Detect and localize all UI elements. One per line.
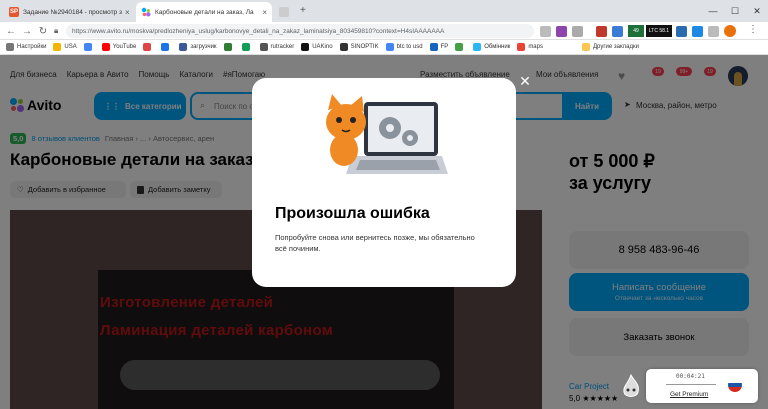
extension-icon[interactable] — [692, 26, 703, 37]
bookmark-item[interactable] — [143, 43, 154, 51]
url-input[interactable]: https://www.avito.ru/moskva/predlozheniy… — [66, 24, 534, 38]
bookmark-item[interactable]: загрузчик — [179, 43, 217, 51]
back-icon[interactable]: ← — [4, 24, 18, 38]
lock-icon[interactable]: 🔒︎ — [54, 26, 58, 36]
modal-description: Попробуйте снова или вернитесь позже, мы… — [275, 233, 475, 253]
recorder-progress — [666, 384, 716, 385]
error-modal: Произошла ошибка Попробуйте снова или ве… — [252, 78, 516, 287]
bookmark-item[interactable]: Настройки — [6, 43, 46, 51]
russian-flag-icon[interactable] — [728, 378, 742, 392]
recording-time: 00:04:21 — [676, 373, 705, 380]
bookmark-item[interactable]: USA — [53, 43, 77, 51]
extension-badge[interactable]: 49 — [628, 25, 644, 37]
tab-label: Задание №2940184 - просмотр з — [23, 8, 122, 16]
profile-avatar[interactable] — [724, 25, 736, 37]
menu-icon[interactable]: ⋮ — [748, 24, 758, 35]
screen: SP Задание №2940184 - просмотр з × Карбо… — [0, 0, 768, 409]
bookmark-item[interactable]: SINOPTIK — [339, 43, 379, 51]
bookmark-item[interactable]: maps — [517, 43, 543, 51]
extension-icon[interactable] — [556, 26, 567, 37]
sp-icon: SP — [9, 7, 19, 17]
forward-icon[interactable]: → — [20, 24, 34, 38]
error-illustration — [326, 94, 448, 174]
fire-mascot-icon[interactable] — [620, 373, 642, 400]
tab-label: Карбоновые детали на заказ, Ла — [155, 8, 254, 16]
bookmark-item[interactable] — [455, 43, 466, 51]
extension-icon[interactable] — [596, 26, 607, 37]
extension-icon[interactable] — [676, 26, 687, 37]
tab-blank[interactable] — [274, 2, 294, 22]
window-close-button[interactable]: ✕ — [746, 0, 768, 22]
tab-avito[interactable]: Карбоновые детали на заказ, Ла × — [136, 2, 272, 22]
bookmark-item[interactable]: UAKino — [301, 43, 333, 51]
tab-task[interactable]: SP Задание №2940184 - просмотр з × — [4, 2, 134, 22]
blank-tab-icon — [279, 7, 289, 17]
modal-title: Произошла ошибка — [275, 205, 430, 222]
bookmarks-bar: Настройки USA YouTube загрузчик rutracke… — [0, 40, 768, 55]
reload-icon[interactable]: ↻ — [36, 24, 50, 38]
minimize-button[interactable]: — — [702, 0, 724, 22]
bookmark-item[interactable] — [223, 43, 235, 51]
bookmark-item[interactable]: YouTube — [101, 43, 136, 51]
bookmark-item[interactable] — [241, 43, 253, 51]
ltc-extension-badge[interactable]: LTC 58.1 — [646, 25, 672, 37]
new-tab-button[interactable]: + — [300, 5, 306, 16]
bookmark-item[interactable]: FP — [429, 43, 448, 51]
bookmark-item[interactable]: btc to usd — [385, 43, 423, 51]
get-premium-link[interactable]: Get Premium — [670, 391, 708, 398]
bookmark-item[interactable]: Обмінник — [473, 43, 510, 51]
share-icon[interactable] — [572, 26, 583, 37]
extension-icon[interactable] — [612, 26, 623, 37]
puzzle-icon[interactable] — [708, 26, 719, 37]
extension-icon[interactable] — [540, 26, 551, 37]
bookmark-item[interactable] — [161, 43, 172, 51]
bookmark-item[interactable]: rutracker — [259, 43, 294, 51]
close-tab-icon[interactable]: × — [122, 8, 130, 17]
avito-icon — [141, 7, 151, 17]
close-modal-icon[interactable]: ✕ — [518, 73, 532, 89]
maximize-button[interactable]: ☐ — [724, 0, 746, 22]
bookmark-folder[interactable]: Другие закладки — [581, 43, 639, 51]
close-tab-icon[interactable]: × — [259, 8, 267, 17]
bookmark-item[interactable] — [83, 43, 95, 51]
